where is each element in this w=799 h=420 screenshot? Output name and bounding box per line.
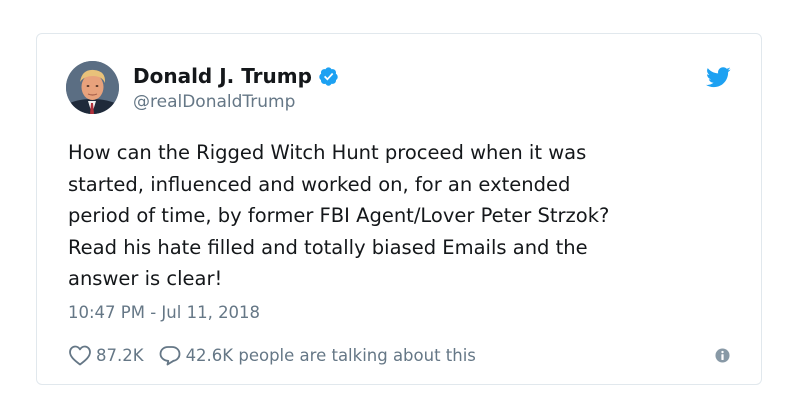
tweet-text: How can the Rigged Witch Hunt proceed wh…: [68, 137, 728, 295]
author-name-text[interactable]: Donald J. Trump: [133, 63, 312, 89]
avatar[interactable]: [66, 61, 119, 114]
verified-badge-icon: [319, 66, 338, 86]
like-button[interactable]: 87.2K: [68, 344, 144, 366]
tweet-text-line: period of time, by former FBI Agent/Love…: [68, 204, 610, 227]
tweet-timestamp[interactable]: 10:47 PM - Jul 11, 2018: [68, 302, 260, 324]
reply-text: 42.6K people are talking about this: [185, 345, 476, 365]
tweet-text-line: started, influenced and worked on, for a…: [68, 172, 571, 196]
reply-button[interactable]: 42.6K people are talking about this: [158, 344, 476, 366]
heart-icon: [69, 345, 91, 366]
info-icon[interactable]: [715, 348, 730, 363]
profile-photo-icon: [66, 61, 119, 114]
tweet-text-line: How can the Rigged Witch Hunt proceed wh…: [68, 141, 587, 164]
like-count: 87.2K: [96, 345, 144, 365]
tweet-card: Donald J. Trump @realDonaldTrump How can…: [36, 33, 762, 385]
tweet-actions: 87.2K 42.6K people are talking about thi…: [68, 343, 476, 367]
tweet-text-line: Read his hate filled and totally biased …: [68, 235, 588, 259]
twitter-bird-icon[interactable]: [706, 67, 731, 88]
tweet-text-line: answer is clear!: [68, 267, 223, 290]
author-handle[interactable]: @realDonaldTrump: [133, 91, 295, 113]
author-name[interactable]: Donald J. Trump: [133, 63, 339, 89]
speech-bubble-icon: [159, 346, 180, 366]
